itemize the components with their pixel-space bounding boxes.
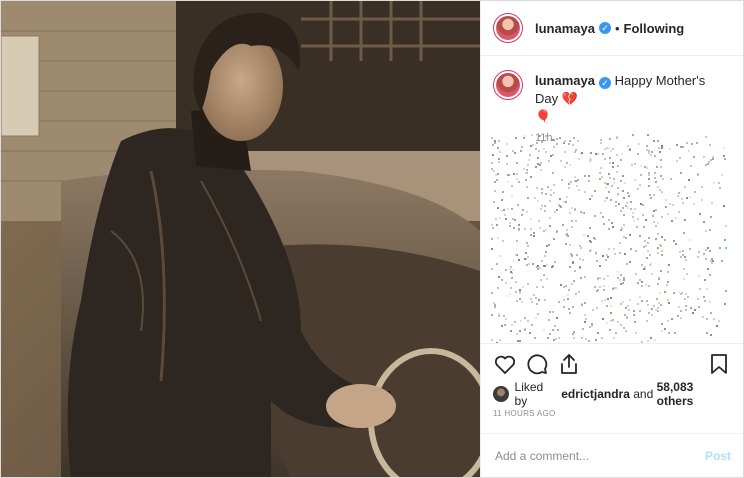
likes-summary: Liked by edrictjandra and 58,083 others xyxy=(481,380,743,408)
caption-avatar[interactable] xyxy=(493,70,523,100)
liker-avatar[interactable] xyxy=(493,386,509,402)
vintage-photo-image xyxy=(1,1,480,477)
post-header: lunamaya ✓ • Following xyxy=(481,1,743,56)
balloon-emoji: 🎈 xyxy=(535,109,552,124)
liked-by-prefix: Liked by xyxy=(514,380,544,408)
following-button[interactable]: Following xyxy=(624,21,685,36)
caption-verified-badge-icon: ✓ xyxy=(598,77,611,89)
action-bar xyxy=(481,343,743,383)
broken-heart-emoji: 💔 xyxy=(561,91,578,106)
comment-input[interactable] xyxy=(493,447,705,464)
post-sidebar: lunamaya ✓ • Following lunamaya ✓ Happy M… xyxy=(480,1,743,477)
heart-icon[interactable] xyxy=(493,352,517,376)
username-link[interactable]: lunamaya xyxy=(535,21,595,36)
share-icon[interactable] xyxy=(557,352,581,376)
add-comment-bar: Post xyxy=(481,433,743,477)
liked-by-and: and xyxy=(633,387,654,401)
comments-area: lunamaya ✓ Happy Mother's Day 💔 🎈 11h xyxy=(481,56,743,343)
separator-dot: • xyxy=(614,20,620,36)
comment-icon[interactable] xyxy=(525,352,549,376)
post-timestamp[interactable]: 11 HOURS AGO xyxy=(481,405,743,427)
post-photo[interactable] xyxy=(1,1,480,477)
instagram-post: lunamaya ✓ • Following lunamaya ✓ Happy M… xyxy=(0,0,744,478)
post-comment-button[interactable]: Post xyxy=(705,449,731,463)
avatar[interactable] xyxy=(493,13,523,43)
verified-badge-icon: ✓ xyxy=(598,22,611,34)
caption-username-link[interactable]: lunamaya xyxy=(535,73,595,88)
liker-username-link[interactable]: edrictjandra xyxy=(561,387,630,401)
likes-count-link[interactable]: 58,083 others xyxy=(657,380,731,408)
pixelated-comments-redaction xyxy=(491,134,727,343)
caption: lunamaya ✓ Happy Mother's Day 💔 🎈 xyxy=(493,70,731,126)
bookmark-icon[interactable] xyxy=(707,352,731,376)
caption-text: lunamaya ✓ Happy Mother's Day 💔 🎈 xyxy=(535,72,731,126)
